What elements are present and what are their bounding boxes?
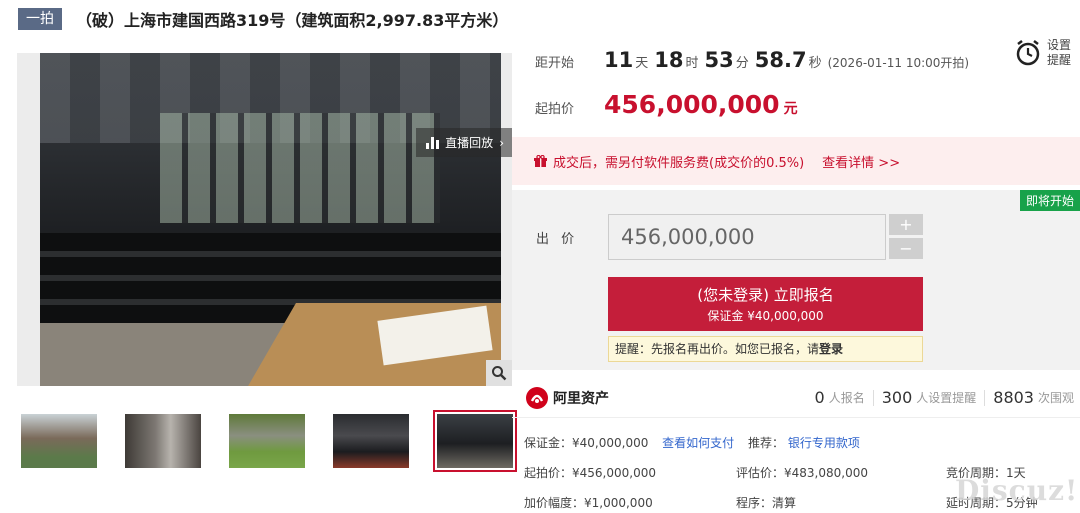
thumbnail-strip [17,410,517,472]
platform-name: 阿里资产 [553,390,609,407]
start-price-value: 456,000,000 [604,90,780,119]
reminder-count: 300 [881,388,913,407]
countdown: 距开始 11 天 18 时 53 分 58.7 秒 (2026-01-11 10… [535,48,969,72]
thumbnail-1[interactable] [17,410,101,472]
live-replay-button[interactable]: 直播回放 › [416,128,512,157]
countdown-seconds-unit: 秒 [808,56,822,71]
notice-text: 成交后，需另付软件服务费(成交价的0.5%) [553,155,805,171]
set-reminder-button[interactable]: 设置提醒 [1015,38,1077,68]
countdown-minutes-unit: 分 [735,56,749,71]
recommend-label: 推荐： [748,436,785,450]
title-row: 一拍 （破）上海市建国西路319号（建筑面积2,997.83平方米） [18,6,508,32]
reminder-count-label: 人设置提醒 [916,391,977,405]
tip-text: 提醒：先报名再出价。如您已报名，请 [615,342,820,356]
start-time: (2026-01-11 10:00开拍) [827,56,970,70]
signup-button[interactable]: (您未登录) 立即报名 保证金 ¥40,000,000 [608,277,923,331]
countdown-minutes: 53 [704,48,734,72]
start-price-label: 起拍价 [535,102,575,117]
thumbnail-3[interactable] [225,410,309,472]
signup-count: 0 [814,388,825,407]
countdown-days-unit: 天 [635,56,649,71]
decrease-bid-button[interactable]: − [889,238,923,259]
bid-amount-input[interactable]: 456,000,000 [608,214,886,260]
procedure-info: 程序：清算 [736,496,797,510]
signup-button-label: (您未登录) 立即报名 [697,286,834,304]
start-price-info: 起拍价：¥456,000,000 [524,466,656,480]
thumbnail-2[interactable] [121,410,205,472]
bank-account-link[interactable]: 银行专用款项 [788,436,860,450]
signup-deposit-label: 保证金 ¥40,000,000 [707,309,824,323]
watermark: Discuz! [955,474,1079,507]
live-replay-label: 直播回放 [445,136,494,150]
deposit-info: 保证金：¥40,000,000 查看如何支付 推荐： 银行专用款项 [524,434,860,451]
chevron-right-icon: › [499,135,504,150]
signup-count-label: 人报名 [828,391,865,405]
gift-icon [534,154,547,167]
login-link[interactable]: 登录 [819,342,843,356]
auction-round-badge: 一拍 [18,8,62,30]
countdown-days: 11 [604,48,634,72]
login-tip: 提醒：先报名再出价。如您已报名，请登录 [608,336,923,362]
view-count-label: 次围观 [1037,391,1074,405]
service-fee-notice: 成交后，需另付软件服务费(成交价的0.5%) 查看详情 >> [512,137,1080,185]
appraisal-info: 评估价：¥483,080,000 [736,466,868,480]
countdown-seconds: 58.7 [754,48,807,72]
status-badge: 即将开始 [1019,190,1080,211]
ali-assets-logo-icon [526,386,548,409]
thumbnail-5-active[interactable] [433,410,517,472]
increment-info: 加价幅度：¥1,000,000 [524,496,653,510]
bar-chart-icon [426,136,440,149]
countdown-label: 距开始 [535,56,575,71]
magnifier-icon [492,366,507,381]
stats-row: 阿里资产 0 人报名 300 人设置提醒 8803 次围观 [512,378,1080,418]
view-details-link[interactable]: 查看详情 >> [822,152,900,171]
page-title: （破）上海市建国西路319号（建筑面积2,997.83平方米） [76,11,509,30]
increase-bid-button[interactable]: + [889,214,923,235]
main-image-viewer[interactable]: 直播回放 › [17,53,512,386]
bid-panel: 即将开始 出 价 456,000,000 + − (您未登录) 立即报名 保证金… [512,190,1080,370]
countdown-hours: 18 [654,48,684,72]
deposit-text: 保证金：¥40,000,000 [524,436,649,450]
thumbnail-4[interactable] [329,410,413,472]
start-price-unit: 元 [783,101,798,117]
start-price: 起拍价 456,000,000 元 [535,90,798,119]
platform-logo: 阿里资产 [526,386,609,409]
zoom-button[interactable] [486,360,512,386]
view-count: 8803 [993,388,1034,407]
set-reminder-label: 设置提醒 [1047,38,1072,67]
bid-label: 出 价 [536,232,579,247]
how-to-pay-link[interactable]: 查看如何支付 [662,436,734,450]
countdown-hours-unit: 时 [685,56,699,71]
property-photo [40,53,501,386]
auction-stats: 0 人报名 300 人设置提醒 8803 次围观 [815,388,1075,407]
alarm-clock-icon [1016,40,1040,66]
